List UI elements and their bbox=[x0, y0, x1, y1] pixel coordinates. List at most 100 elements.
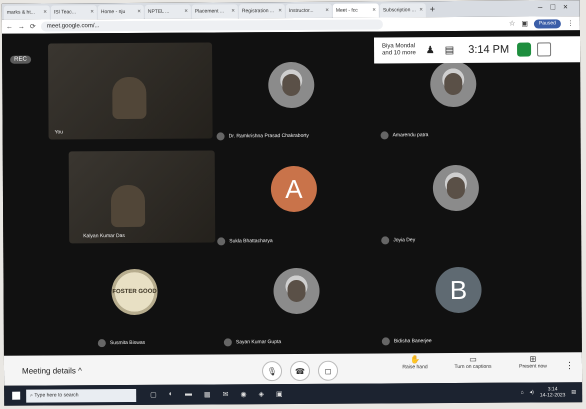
meeting-details-label: Meeting details bbox=[21, 366, 76, 376]
windows-start-icon[interactable] bbox=[12, 391, 21, 400]
participant-avatar bbox=[268, 61, 315, 109]
camera-icon: ◻ bbox=[324, 366, 332, 376]
close-icon[interactable]: × bbox=[419, 7, 423, 13]
chat-icon[interactable]: ▤ bbox=[445, 45, 455, 56]
overlay-time: 3:14 PM bbox=[468, 43, 510, 56]
participant-tile-video[interactable]: Kalyan Kumar Das bbox=[68, 150, 216, 244]
task-view-icon[interactable]: ▢ bbox=[150, 391, 157, 399]
participant-avatar: A bbox=[270, 165, 318, 213]
volume-icon[interactable]: ◂) bbox=[530, 390, 534, 396]
close-icon[interactable]: × bbox=[325, 8, 329, 14]
present-label: Present now bbox=[519, 363, 547, 370]
taskbar-clock[interactable]: 3:14 14-12-2023 bbox=[540, 386, 566, 398]
browser-tab[interactable]: Placement ... × bbox=[191, 4, 238, 19]
browser-tab-active[interactable]: Meet - fcc × bbox=[332, 3, 379, 18]
store-icon[interactable]: ▦ bbox=[204, 391, 211, 399]
video-feed bbox=[110, 184, 146, 228]
screen: marks & ht... × ISI Teac... × Home - nju × … bbox=[1, 0, 583, 406]
layout-icon[interactable] bbox=[537, 42, 552, 57]
chevron-up-icon: ^ bbox=[78, 366, 82, 376]
chrome-icon[interactable]: ◉ bbox=[241, 390, 247, 398]
back-icon[interactable]: ← bbox=[6, 23, 13, 30]
avatar-photo bbox=[287, 279, 306, 303]
meeting-details-button[interactable]: Meeting details ^ bbox=[22, 366, 82, 375]
overlay-participants: Biya Mondal and 10 more bbox=[382, 43, 416, 57]
window-controls-icon[interactable]: –□× bbox=[538, 2, 576, 11]
close-icon[interactable]: × bbox=[90, 9, 94, 15]
participant-name: Bidisha Banerjee bbox=[393, 338, 432, 345]
os-taskbar: ⌕ Type here to search ▢ ◐ ▬ ▦ ✉ ◉ ◈ ▣ ⌂ … bbox=[4, 382, 583, 406]
close-icon[interactable]: × bbox=[137, 9, 141, 15]
avatar-photo bbox=[444, 72, 463, 96]
more-options-icon[interactable]: ⋮ bbox=[565, 360, 574, 371]
mail-icon[interactable]: ✉ bbox=[223, 390, 229, 398]
browser-tab[interactable]: ISI Teac... × bbox=[50, 5, 97, 20]
tab-label: Home - nju bbox=[100, 9, 126, 16]
browser-tab[interactable]: marks & ht... × bbox=[3, 5, 50, 20]
browser-tab[interactable]: Registration ... × bbox=[238, 4, 285, 19]
participant-avatar: B bbox=[435, 266, 482, 314]
folder-icon[interactable]: ▬ bbox=[185, 391, 192, 399]
new-tab-icon[interactable]: + bbox=[430, 1, 435, 17]
mic-off-icon bbox=[381, 337, 390, 346]
tab-label: marks & ht... bbox=[6, 9, 35, 16]
participant-name: Joyia Dey bbox=[393, 237, 416, 244]
camera-button[interactable]: ◻ bbox=[317, 360, 339, 381]
participant-name: Amarendu patra bbox=[392, 132, 429, 139]
profile-button[interactable]: Paused bbox=[533, 18, 561, 29]
mic-button[interactable]: 🎙 bbox=[261, 361, 283, 382]
meeting-control-bar: Meeting details ^ 🎙 ☎ ◻ ✋ Raise hand ▭ Tur… bbox=[3, 352, 583, 386]
close-icon[interactable]: × bbox=[372, 7, 376, 13]
forward-icon[interactable]: → bbox=[18, 23, 25, 30]
mic-off-icon bbox=[380, 131, 389, 140]
menu-icon[interactable]: ⋮ bbox=[567, 19, 574, 27]
participant-avatar: FOSTER GOOD bbox=[111, 268, 158, 316]
taskbar-search[interactable]: ⌕ Type here to search bbox=[26, 388, 137, 403]
present-button[interactable]: ⊞ Present now bbox=[508, 354, 558, 370]
participant-avatar bbox=[430, 60, 477, 108]
browser-tab[interactable]: NPTEL ... × bbox=[144, 4, 191, 19]
tab-label: Instructor... bbox=[288, 7, 314, 15]
extensions-icon[interactable]: ▣ bbox=[521, 20, 528, 28]
avatar-photo bbox=[282, 73, 301, 97]
raise-hand-button[interactable]: ✋ Raise hand bbox=[390, 355, 440, 370]
participant-name: You bbox=[54, 129, 64, 136]
browser-tab[interactable]: Home - nju × bbox=[97, 4, 144, 20]
search-placeholder: Type here to search bbox=[34, 392, 79, 399]
reload-icon[interactable]: ⟳ bbox=[30, 23, 36, 31]
star-icon[interactable]: ☆ bbox=[509, 20, 515, 28]
end-call-button[interactable]: ☎ bbox=[289, 360, 311, 382]
close-icon[interactable]: × bbox=[184, 9, 188, 15]
participant-tile-self[interactable]: You bbox=[48, 42, 213, 140]
tab-label: Placement ... bbox=[194, 8, 225, 15]
participant-name: Sayan Kumar Gupta bbox=[235, 339, 282, 346]
url-field[interactable]: meet.google.com/... bbox=[40, 19, 383, 32]
floating-overlay: Biya Mondal and 10 more ♟ ▤ 3:14 PM bbox=[373, 36, 581, 64]
close-icon[interactable]: × bbox=[278, 8, 282, 14]
mic-off-icon bbox=[223, 338, 232, 347]
meeting-grid: REC You Dr. Ramkrishna Prasad Chakrabort… bbox=[1, 30, 582, 356]
captions-button[interactable]: ▭ Turn on captions bbox=[448, 355, 498, 370]
participant-avatar bbox=[273, 267, 320, 315]
mic-off-icon bbox=[217, 237, 226, 246]
browser-tab[interactable]: Subscription ... × bbox=[379, 3, 426, 18]
captions-label: Turn on captions bbox=[454, 363, 492, 371]
avatar-letter: A bbox=[285, 173, 303, 204]
taskbar-apps: ▢ ◐ ▬ ▦ ✉ ◉ ◈ ▣ bbox=[150, 390, 283, 399]
network-icon[interactable]: ⌂ bbox=[521, 390, 524, 396]
word-icon[interactable]: ▣ bbox=[276, 390, 283, 398]
app-icon[interactable]: ◈ bbox=[259, 390, 264, 398]
close-icon[interactable]: × bbox=[43, 9, 47, 15]
notifications-icon[interactable]: ▤ bbox=[571, 389, 576, 395]
browser-tab[interactable]: Instructor... × bbox=[285, 3, 332, 19]
avatar-photo bbox=[446, 176, 465, 200]
address-bar-actions: ☆ ▣ Paused ⋮ bbox=[509, 18, 580, 29]
close-icon[interactable]: × bbox=[231, 8, 235, 14]
activities-icon[interactable] bbox=[517, 42, 532, 57]
tab-label: ISI Teac... bbox=[53, 9, 77, 16]
captions-icon: ▭ bbox=[469, 354, 477, 364]
participant-name: Susmita Biswas bbox=[109, 339, 146, 347]
edge-icon[interactable]: ◐ bbox=[169, 391, 173, 399]
avatar-letter: B bbox=[449, 274, 468, 305]
people-icon[interactable]: ♟ bbox=[426, 45, 435, 56]
